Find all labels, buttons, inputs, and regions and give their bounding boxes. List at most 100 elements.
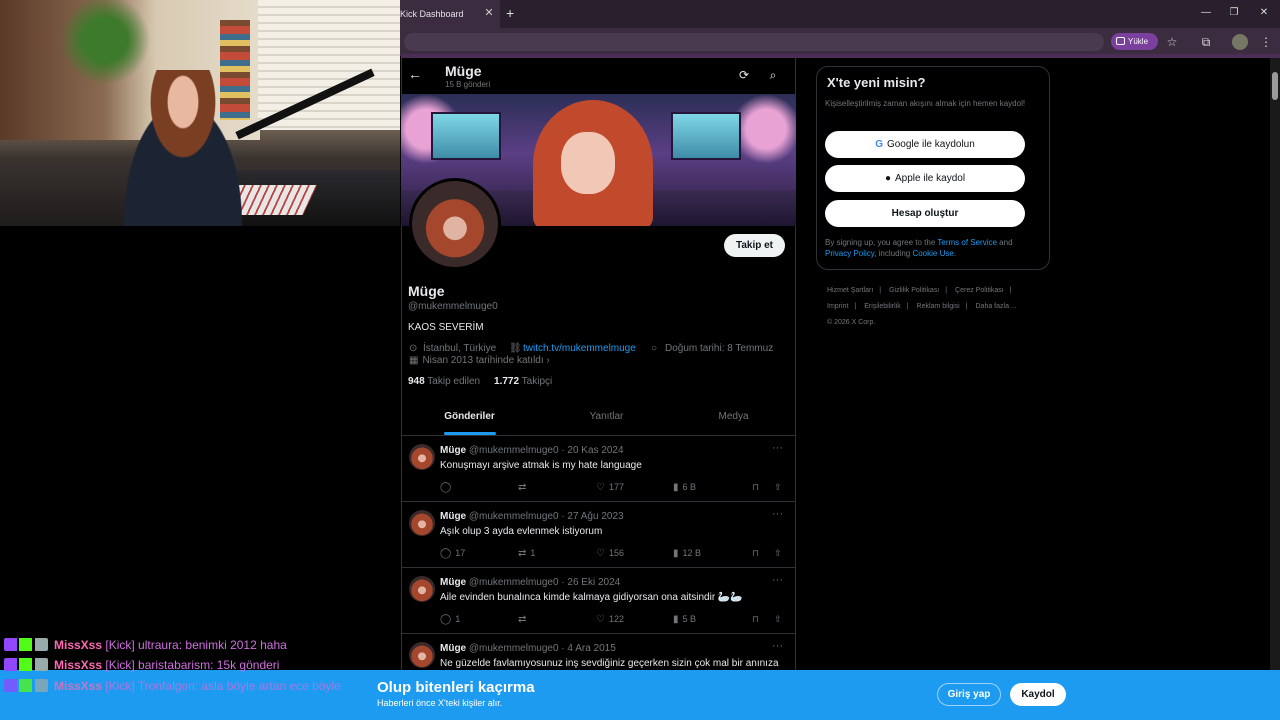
reply-icon: ◯ <box>440 482 452 493</box>
terms-link[interactable]: Terms of Service <box>937 238 997 247</box>
tweet[interactable]: Müge @mukemmelmuge0 · 26 Eki 2024 ··· Ai… <box>401 568 796 634</box>
tab-posts[interactable]: Gönderiler <box>404 400 535 436</box>
back-arrow-icon[interactable]: ← <box>408 66 422 84</box>
location-pin-icon: ⊙ <box>409 343 418 354</box>
tweet-text: Konuşmayı arşive atmak is my hate langua… <box>440 460 642 471</box>
search-icon[interactable]: ⌕ <box>766 68 780 82</box>
profile-avatar-icon[interactable] <box>1232 34 1248 50</box>
heart-icon: ♡ <box>596 482 605 493</box>
tab-replies[interactable]: Yanıtlar <box>541 400 672 436</box>
tweet-text: Ne güzelde favlamıyosunuz inş sevdiğiniz… <box>440 658 779 669</box>
tweet[interactable]: Müge @mukemmelmuge0 · 20 Kas 2024 ··· Ko… <box>401 436 796 502</box>
footer-link-more[interactable]: Daha fazla ... <box>976 303 1017 310</box>
scrollbar-track[interactable] <box>1270 58 1280 670</box>
minimize-icon[interactable]: — <box>1196 5 1216 21</box>
menu-kebab-icon[interactable]: ⋮ <box>1258 34 1274 50</box>
profile-joined[interactable]: ▦ Nisan 2013 tarihinde katıldı › <box>409 355 550 366</box>
signup-subtitle: Kişiselleştirilmiş zaman akışını almak i… <box>825 99 1026 108</box>
views-icon: ▮ <box>673 548 679 559</box>
views-action[interactable]: ▮ 5 B <box>673 614 696 625</box>
upload-button[interactable]: Yükle <box>1111 33 1158 50</box>
footer-link-accessibility[interactable]: Erişilebilirlik <box>864 303 901 310</box>
profile-avatar[interactable] <box>409 178 501 270</box>
balloon-icon: ○ <box>651 343 658 354</box>
signup-bottom-bar <box>0 670 1280 720</box>
bookmark-icon[interactable]: ⊓ <box>752 614 759 625</box>
video-icon <box>1116 37 1125 45</box>
bookmark-icon[interactable]: ⊓ <box>752 548 759 559</box>
more-options-icon[interactable]: ··· <box>772 640 783 652</box>
google-signup-button[interactable]: G Google ile kaydolun <box>825 131 1025 158</box>
chat-message: MissXss [Kick] ultraura: benimki 2012 ha… <box>4 638 287 652</box>
footer-link-imprint[interactable]: Imprint <box>827 303 848 310</box>
login-button[interactable]: Giriş yap <box>937 683 1001 706</box>
upload-label: Yükle <box>1128 37 1149 46</box>
footer-link-cookies[interactable]: Çerez Politikası <box>955 287 1004 294</box>
address-bar[interactable] <box>404 33 1104 51</box>
calendar-icon: ▦ <box>409 355 419 366</box>
more-options-icon[interactable]: ··· <box>772 508 783 520</box>
like-action[interactable]: ♡ 156 <box>596 548 624 559</box>
share-icon[interactable]: ⇧ <box>774 482 782 493</box>
reply-icon: ◯ <box>440 614 452 625</box>
webcam-overlay <box>0 0 400 226</box>
views-action[interactable]: ▮ 12 B <box>673 548 701 559</box>
tweet[interactable]: Müge @mukemmelmuge0 · 27 Ağu 2023 ··· Aş… <box>401 502 796 568</box>
profile-stats: 948 Takip edilen 1.772 Takipçi <box>408 376 552 387</box>
bottom-bar-title: Olup bitenleri kaçırma <box>377 679 535 696</box>
tweet[interactable]: Müge @mukemmelmuge0 · 4 Ara 2015 ··· Ne … <box>401 634 796 670</box>
share-icon[interactable]: ⇧ <box>774 548 782 559</box>
tweet-header: Müge @mukemmelmuge0 · 27 Ağu 2023 <box>440 511 624 522</box>
profile-link[interactable]: ⛓twitch.tv/mukemmelmuge <box>509 343 636 354</box>
tweet-avatar[interactable] <box>409 510 435 536</box>
chat-badges-icon <box>4 658 48 671</box>
reply-action[interactable]: ◯ <box>440 482 455 493</box>
bottom-bar-subtitle: Haberleri önce X'teki kişiler alır. <box>377 698 503 708</box>
close-window-icon[interactable]: ✕ <box>1254 5 1274 21</box>
bookmark-icon[interactable]: ⊓ <box>752 482 759 493</box>
tab-title: Kick Dashboard <box>400 9 464 19</box>
tweet-text: Aşık olup 3 ayda evlenmek istiyorum <box>440 526 603 537</box>
like-action[interactable]: ♡ 177 <box>596 482 624 493</box>
retweet-action[interactable]: ⇄ <box>518 482 530 493</box>
following-link[interactable]: 948 Takip edilen <box>408 376 480 387</box>
footer-link-privacy[interactable]: Gizlilik Politikası <box>889 287 939 294</box>
heart-icon: ♡ <box>596 548 605 559</box>
tab-media[interactable]: Medya <box>668 400 799 436</box>
restore-icon[interactable]: ❐ <box>1224 5 1244 21</box>
share-icon[interactable]: ⇧ <box>774 614 782 625</box>
more-options-icon[interactable]: ··· <box>772 442 783 454</box>
tab-close-icon[interactable]: ✕ <box>482 6 496 20</box>
create-account-button[interactable]: Hesap oluştur <box>825 200 1025 227</box>
followers-link[interactable]: 1.772 Takipçi <box>494 376 552 387</box>
like-action[interactable]: ♡ 122 <box>596 614 624 625</box>
retweet-action[interactable]: ⇄ <box>518 614 530 625</box>
refresh-icon[interactable]: ⟳ <box>737 68 751 82</box>
new-tab-icon[interactable]: + <box>506 6 520 20</box>
views-action[interactable]: ▮ 6 B <box>673 482 696 493</box>
follow-button[interactable]: Takip et <box>724 234 785 257</box>
reply-action[interactable]: ◯ 17 <box>440 548 465 559</box>
reply-icon: ◯ <box>440 548 452 559</box>
register-button[interactable]: Kaydol <box>1010 683 1066 706</box>
more-options-icon[interactable]: ··· <box>772 574 783 586</box>
bookmark-star-icon[interactable]: ☆ <box>1164 34 1180 50</box>
reply-action[interactable]: ◯ 1 <box>440 614 460 625</box>
privacy-link[interactable]: Privacy Policy <box>825 249 874 258</box>
tweet-header: Müge @mukemmelmuge0 · 20 Kas 2024 <box>440 445 624 456</box>
views-icon: ▮ <box>673 614 679 625</box>
scrollbar-thumb[interactable] <box>1272 72 1278 100</box>
tweet-avatar[interactable] <box>409 444 435 470</box>
extensions-icon[interactable]: ⧉ <box>1198 34 1214 50</box>
retweet-action[interactable]: ⇄ 1 <box>518 548 535 559</box>
tweet-avatar[interactable] <box>409 642 435 668</box>
footer-link-ads[interactable]: Reklam bilgisi <box>917 303 960 310</box>
apple-signup-button[interactable]: ● Apple ile kaydol <box>825 165 1025 192</box>
chat-badges-icon <box>4 679 48 692</box>
copyright: © 2026 X Corp. <box>827 319 876 326</box>
tweet-avatar[interactable] <box>409 576 435 602</box>
cookie-link[interactable]: Cookie Use <box>912 249 953 258</box>
profile-birthday: ○ Doğum tarihi: 8 Temmuz <box>651 343 774 354</box>
footer-link-terms[interactable]: Hizmet Şartları <box>827 287 873 294</box>
tweet-text: Aile evinden bunalınca kimde kalmaya gid… <box>440 592 743 603</box>
